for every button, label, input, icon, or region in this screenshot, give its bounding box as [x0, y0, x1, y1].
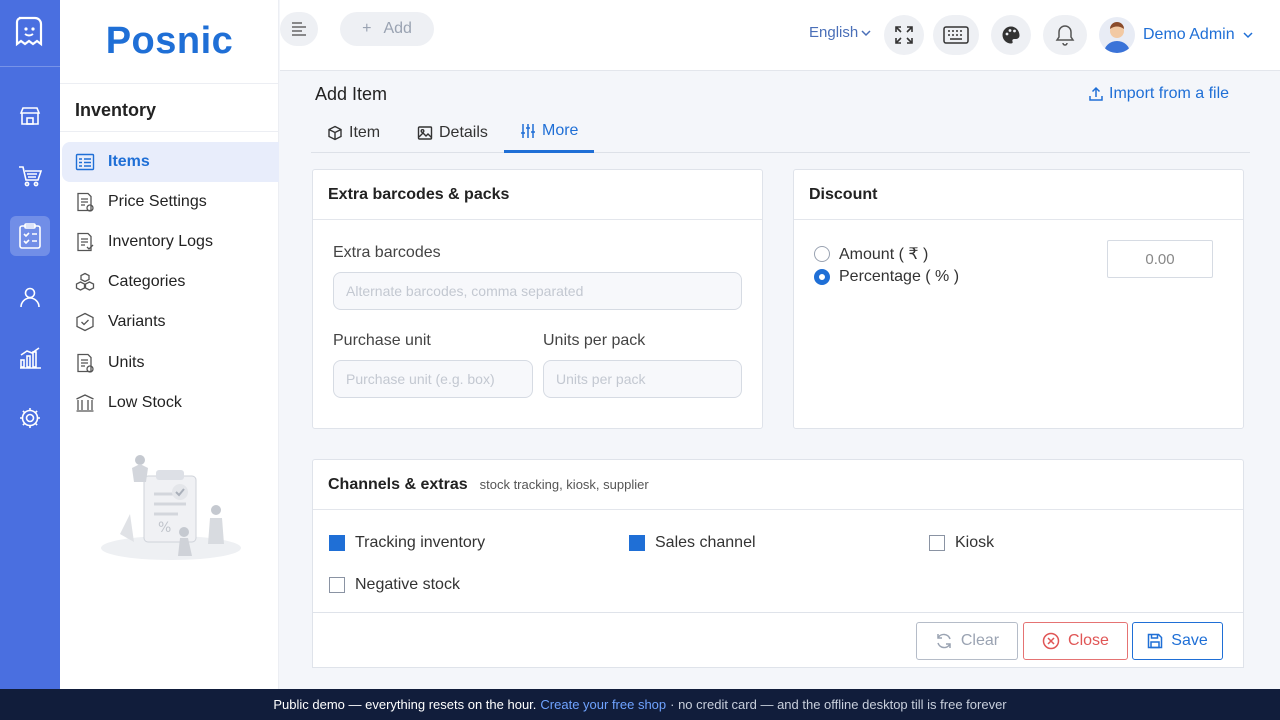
- save-icon: [1148, 633, 1163, 649]
- card-title: Channels & extras: [328, 475, 468, 493]
- sidebar-item-units[interactable]: Units: [62, 343, 279, 383]
- close-circle-icon: [1042, 632, 1060, 650]
- create-shop-link[interactable]: Create your free shop: [540, 697, 666, 712]
- banner-text: Public demo — everything resets on the h…: [273, 697, 537, 712]
- purchase-unit-label: Purchase unit: [333, 332, 431, 349]
- negative-stock-option[interactable]: Negative stock: [329, 576, 460, 594]
- item-tabs: Item Details More: [311, 112, 1250, 153]
- sidebar-item-inventory-logs[interactable]: Inventory Logs: [62, 222, 279, 262]
- notification-bell-icon[interactable]: [1043, 15, 1087, 55]
- sales-channel-checkbox[interactable]: [629, 535, 645, 551]
- kiosk-checkbox[interactable]: [929, 535, 945, 551]
- sidebar: Posnic Inventory Items Price Settings In…: [60, 0, 279, 689]
- variants-icon: [74, 311, 96, 333]
- extra-barcodes-input[interactable]: [333, 272, 742, 310]
- tracking-inventory-option[interactable]: Tracking inventory: [329, 534, 485, 552]
- reports-icon[interactable]: [10, 338, 50, 378]
- brand-logo[interactable]: Posnic: [60, 0, 279, 84]
- refresh-icon: [937, 633, 951, 649]
- sidebar-item-label: Units: [108, 354, 145, 371]
- inventory-icon[interactable]: [10, 216, 50, 256]
- chevron-down-icon: [1243, 32, 1253, 39]
- low-stock-icon: [74, 392, 96, 414]
- sidebar-item-label: Items: [108, 153, 150, 170]
- banner-tail: · no credit card — and the offline deskt…: [670, 697, 1007, 712]
- units-per-pack-input[interactable]: [543, 360, 742, 398]
- keyboard-icon[interactable]: [933, 15, 979, 55]
- sidebar-item-label: Low Stock: [108, 394, 182, 411]
- add-button[interactable]: + Add: [340, 12, 434, 46]
- palette-icon[interactable]: [991, 15, 1031, 55]
- inventory-logs-icon: [74, 231, 96, 253]
- sales-channel-option[interactable]: Sales channel: [629, 534, 756, 552]
- image-icon: [417, 125, 433, 140]
- plus-icon: +: [362, 20, 372, 37]
- extra-barcodes-card: Extra barcodes & packs Extra barcodes Pu…: [312, 169, 763, 429]
- tab-details[interactable]: Details: [401, 112, 504, 153]
- sidebar-title: Inventory: [75, 100, 157, 120]
- avatar: [1099, 17, 1135, 53]
- inventory-illustration: %: [96, 448, 246, 568]
- top-bar: + Add English Demo Admin: [280, 0, 1280, 71]
- items-icon: [74, 151, 96, 173]
- card-title: Extra barcodes & packs: [313, 170, 762, 220]
- user-name: Demo Admin: [1143, 26, 1235, 43]
- kiosk-option[interactable]: Kiosk: [929, 534, 994, 552]
- tab-item[interactable]: Item: [311, 112, 396, 153]
- purchase-unit-input[interactable]: [333, 360, 533, 398]
- sidebar-item-price-settings[interactable]: Price Settings: [62, 182, 279, 222]
- discount-percentage-option[interactable]: Percentage ( % ): [814, 268, 959, 286]
- units-icon: [74, 352, 96, 374]
- chevron-down-icon: [861, 29, 871, 36]
- channels-card: Channels & extras stock tracking, kiosk,…: [312, 459, 1244, 619]
- units-per-pack-label: Units per pack: [543, 332, 646, 349]
- form-actions: Clear Close Save: [312, 612, 1244, 668]
- sidebar-item-label: Price Settings: [108, 193, 207, 210]
- sidebar-item-low-stock[interactable]: Low Stock: [62, 383, 279, 423]
- user-icon[interactable]: [10, 277, 50, 317]
- import-from-file-link[interactable]: Import from a file: [1088, 85, 1229, 103]
- radio-amount[interactable]: [814, 246, 830, 262]
- demo-banner: Public demo — everything resets on the h…: [0, 689, 1280, 720]
- cart-icon[interactable]: [10, 156, 50, 196]
- user-menu[interactable]: Demo Admin: [1099, 17, 1253, 53]
- sidebar-item-variants[interactable]: Variants: [62, 302, 279, 342]
- sidebar-item-label: Categories: [108, 273, 186, 290]
- cube-icon: [328, 125, 342, 140]
- discount-value-input[interactable]: 0.00: [1107, 240, 1213, 278]
- price-settings-icon: [74, 191, 96, 213]
- page-title: Add Item: [315, 84, 388, 104]
- store-icon[interactable]: [10, 96, 50, 136]
- tab-more[interactable]: More: [504, 112, 595, 153]
- card-subtitle: stock tracking, kiosk, supplier: [479, 477, 649, 492]
- card-title: Discount: [794, 170, 1243, 220]
- radio-percentage[interactable]: [814, 269, 830, 285]
- app-logo-icon[interactable]: [10, 12, 50, 52]
- app-rail: [0, 0, 60, 689]
- svg-text:%: %: [158, 520, 171, 536]
- sidebar-item-categories[interactable]: Categories: [62, 262, 279, 302]
- close-button[interactable]: Close: [1023, 622, 1128, 660]
- upload-icon: [1089, 86, 1103, 101]
- sliders-icon: [521, 124, 535, 138]
- menu-toggle-icon[interactable]: [280, 12, 318, 46]
- sidebar-item-label: Variants: [108, 313, 166, 330]
- negative-stock-checkbox[interactable]: [329, 577, 345, 593]
- clear-button[interactable]: Clear: [916, 622, 1018, 660]
- sidebar-item-items[interactable]: Items: [62, 142, 279, 182]
- language-select[interactable]: English: [809, 24, 871, 41]
- fullscreen-icon[interactable]: [884, 15, 924, 55]
- discount-amount-option[interactable]: Amount ( ₹ ): [814, 244, 928, 264]
- discount-card: Discount Amount ( ₹ ) Percentage ( % ) 0…: [793, 169, 1244, 429]
- extra-barcodes-label: Extra barcodes: [333, 244, 441, 261]
- tracking-inventory-checkbox[interactable]: [329, 535, 345, 551]
- settings-gear-icon[interactable]: [10, 398, 50, 438]
- save-button[interactable]: Save: [1132, 622, 1223, 660]
- sidebar-item-label: Inventory Logs: [108, 233, 213, 250]
- categories-icon: [74, 271, 96, 293]
